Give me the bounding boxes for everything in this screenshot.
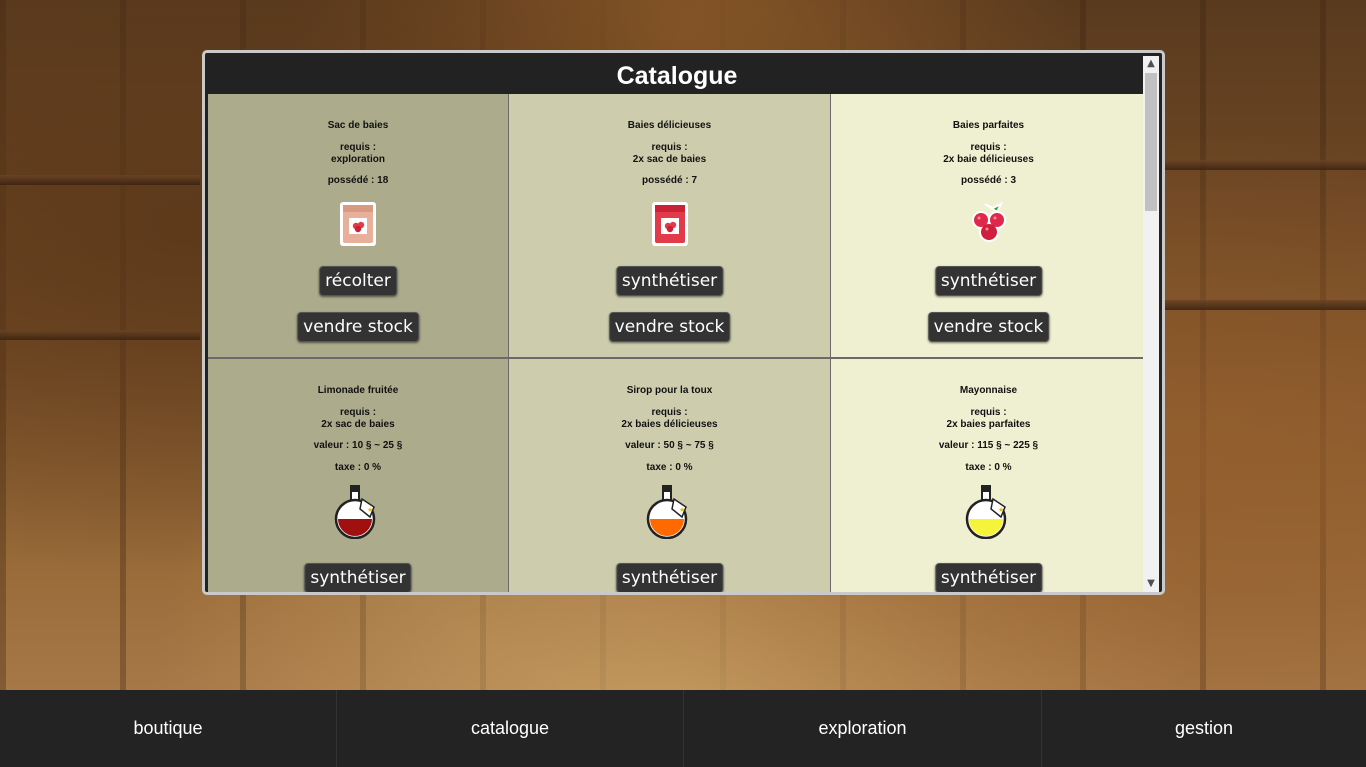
requires-label: requis :: [970, 142, 1007, 153]
item-requirements: requis : 2x sac de baies: [208, 407, 508, 431]
catalogue-grid: Sac de baies requis : exploration posséd…: [208, 94, 1146, 592]
requires-label: requis :: [970, 407, 1007, 418]
synthesize-button[interactable]: synthétiser: [615, 563, 724, 592]
scroll-down-icon[interactable]: ▼: [1143, 576, 1159, 592]
nav-exploration[interactable]: exploration: [684, 690, 1042, 767]
catalogue-title: Catalogue: [208, 56, 1146, 94]
requires-value: 2x baie délicieuses: [943, 154, 1034, 165]
sell-stock-button[interactable]: vendre stock: [608, 312, 731, 342]
item-name: Sac de baies: [327, 120, 389, 131]
tax-rate: taxe : 0 %: [965, 462, 1012, 473]
nav-catalogue[interactable]: catalogue: [337, 690, 684, 767]
sell-stock-button[interactable]: vendre stock: [927, 312, 1050, 342]
requires-value: 2x sac de baies: [632, 154, 707, 165]
value-range: valeur : 10 § ~ 25 §: [313, 440, 403, 451]
item-name: Limonade fruitée: [317, 385, 399, 396]
item-card-limonade-fruitee: Limonade fruitée requis : 2x sac de baie…: [208, 359, 508, 592]
catalogue-scrollbar[interactable]: ▲ ▼: [1143, 56, 1159, 592]
item-card-sirop-pour-la-toux: Sirop pour la toux requis : 2x baies dél…: [509, 359, 830, 592]
item-requirements: requis : exploration: [208, 142, 508, 166]
synthesize-button[interactable]: synthétiser: [934, 563, 1043, 592]
background-shelf: [0, 175, 200, 185]
requires-value: 2x sac de baies: [321, 419, 395, 430]
owned-count: possédé : 18: [327, 175, 389, 186]
requires-value: 2x baies délicieuses: [621, 419, 718, 430]
item-name: Baies délicieuses: [627, 120, 712, 131]
scroll-up-icon[interactable]: ▲: [1143, 56, 1159, 72]
item-requirements: requis : 2x sac de baies: [509, 142, 830, 166]
background-shelf: [1165, 300, 1366, 310]
nav-boutique[interactable]: boutique: [0, 690, 337, 767]
potion-bottle-icon: ★: [334, 485, 376, 539]
item-requirements: requis : 2x baie délicieuses: [831, 142, 1146, 166]
potion-bottle-icon: ★: [646, 485, 687, 539]
catalogue-window: Catalogue Sac de baies requis : explorat…: [202, 50, 1165, 595]
berry-bag-icon: [651, 202, 688, 246]
background-shelf: [1165, 160, 1366, 170]
raspberries-icon: [971, 201, 1006, 242]
scrollbar-thumb[interactable]: [1145, 73, 1157, 211]
synthesize-button[interactable]: synthétiser: [934, 266, 1043, 296]
value-range: valeur : 115 § ~ 225 §: [938, 440, 1039, 451]
svg-text:★: ★: [679, 506, 685, 514]
item-name: Mayonnaise: [959, 385, 1018, 396]
requires-value: exploration: [331, 154, 385, 165]
svg-text:★: ★: [998, 506, 1004, 514]
requires-label: requis :: [339, 407, 377, 418]
requires-label: requis :: [651, 142, 688, 153]
berry-bag-icon: [340, 202, 376, 246]
nav-gestion[interactable]: gestion: [1042, 690, 1366, 767]
item-requirements: requis : 2x baies parfaites: [831, 407, 1146, 431]
tax-rate: taxe : 0 %: [646, 462, 693, 473]
item-card-mayonnaise: Mayonnaise requis : 2x baies parfaites v…: [831, 359, 1146, 592]
synthesize-button[interactable]: synthétiser: [304, 563, 412, 592]
item-card-sac-de-baies: Sac de baies requis : exploration posséd…: [208, 94, 508, 357]
tax-rate: taxe : 0 %: [334, 462, 382, 473]
background-shelf: [0, 330, 200, 340]
item-card-baies-parfaites: Baies parfaites requis : 2x baie délicie…: [831, 94, 1146, 357]
requires-value: 2x baies parfaites: [946, 419, 1031, 430]
owned-count: possédé : 3: [960, 175, 1017, 186]
item-requirements: requis : 2x baies délicieuses: [509, 407, 830, 431]
synthesize-button[interactable]: synthétiser: [615, 266, 724, 296]
requires-label: requis :: [651, 407, 688, 418]
owned-count: possédé : 7: [641, 175, 698, 186]
requires-label: requis :: [339, 142, 377, 153]
value-range: valeur : 50 § ~ 75 §: [625, 440, 714, 451]
harvest-button[interactable]: récolter: [319, 266, 397, 296]
bottom-nav: boutique catalogue exploration gestion: [0, 690, 1366, 767]
svg-text:★: ★: [367, 506, 373, 514]
potion-bottle-icon: ★: [965, 485, 1006, 539]
item-name: Sirop pour la toux: [626, 385, 713, 396]
item-name: Baies parfaites: [952, 120, 1025, 131]
item-card-baies-delicieuses: Baies délicieuses requis : 2x sac de bai…: [509, 94, 830, 357]
sell-stock-button[interactable]: vendre stock: [297, 312, 419, 342]
